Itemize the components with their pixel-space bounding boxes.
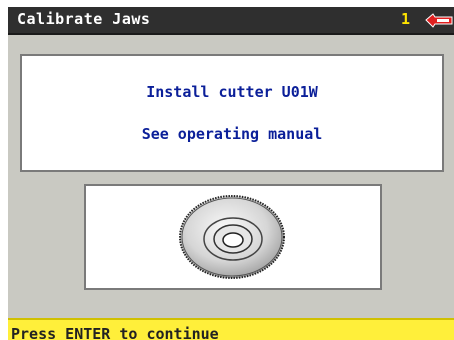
cutter-wheel-icon bbox=[179, 195, 285, 279]
key-brand-logo-icon bbox=[425, 13, 453, 28]
status-bar: Press ENTER to continue bbox=[8, 318, 454, 340]
message-box: Install cutter U01W See operating manual bbox=[20, 54, 444, 172]
illustration-panel bbox=[84, 184, 382, 290]
operating-manual-message: See operating manual bbox=[141, 125, 323, 143]
title-bar: Calibrate Jaws 1 bbox=[8, 7, 454, 35]
screen-title: Calibrate Jaws bbox=[17, 10, 151, 28]
status-prompt: Press ENTER to continue bbox=[11, 325, 219, 340]
step-number: 1 bbox=[401, 10, 411, 28]
install-cutter-message: Install cutter U01W bbox=[146, 83, 318, 101]
